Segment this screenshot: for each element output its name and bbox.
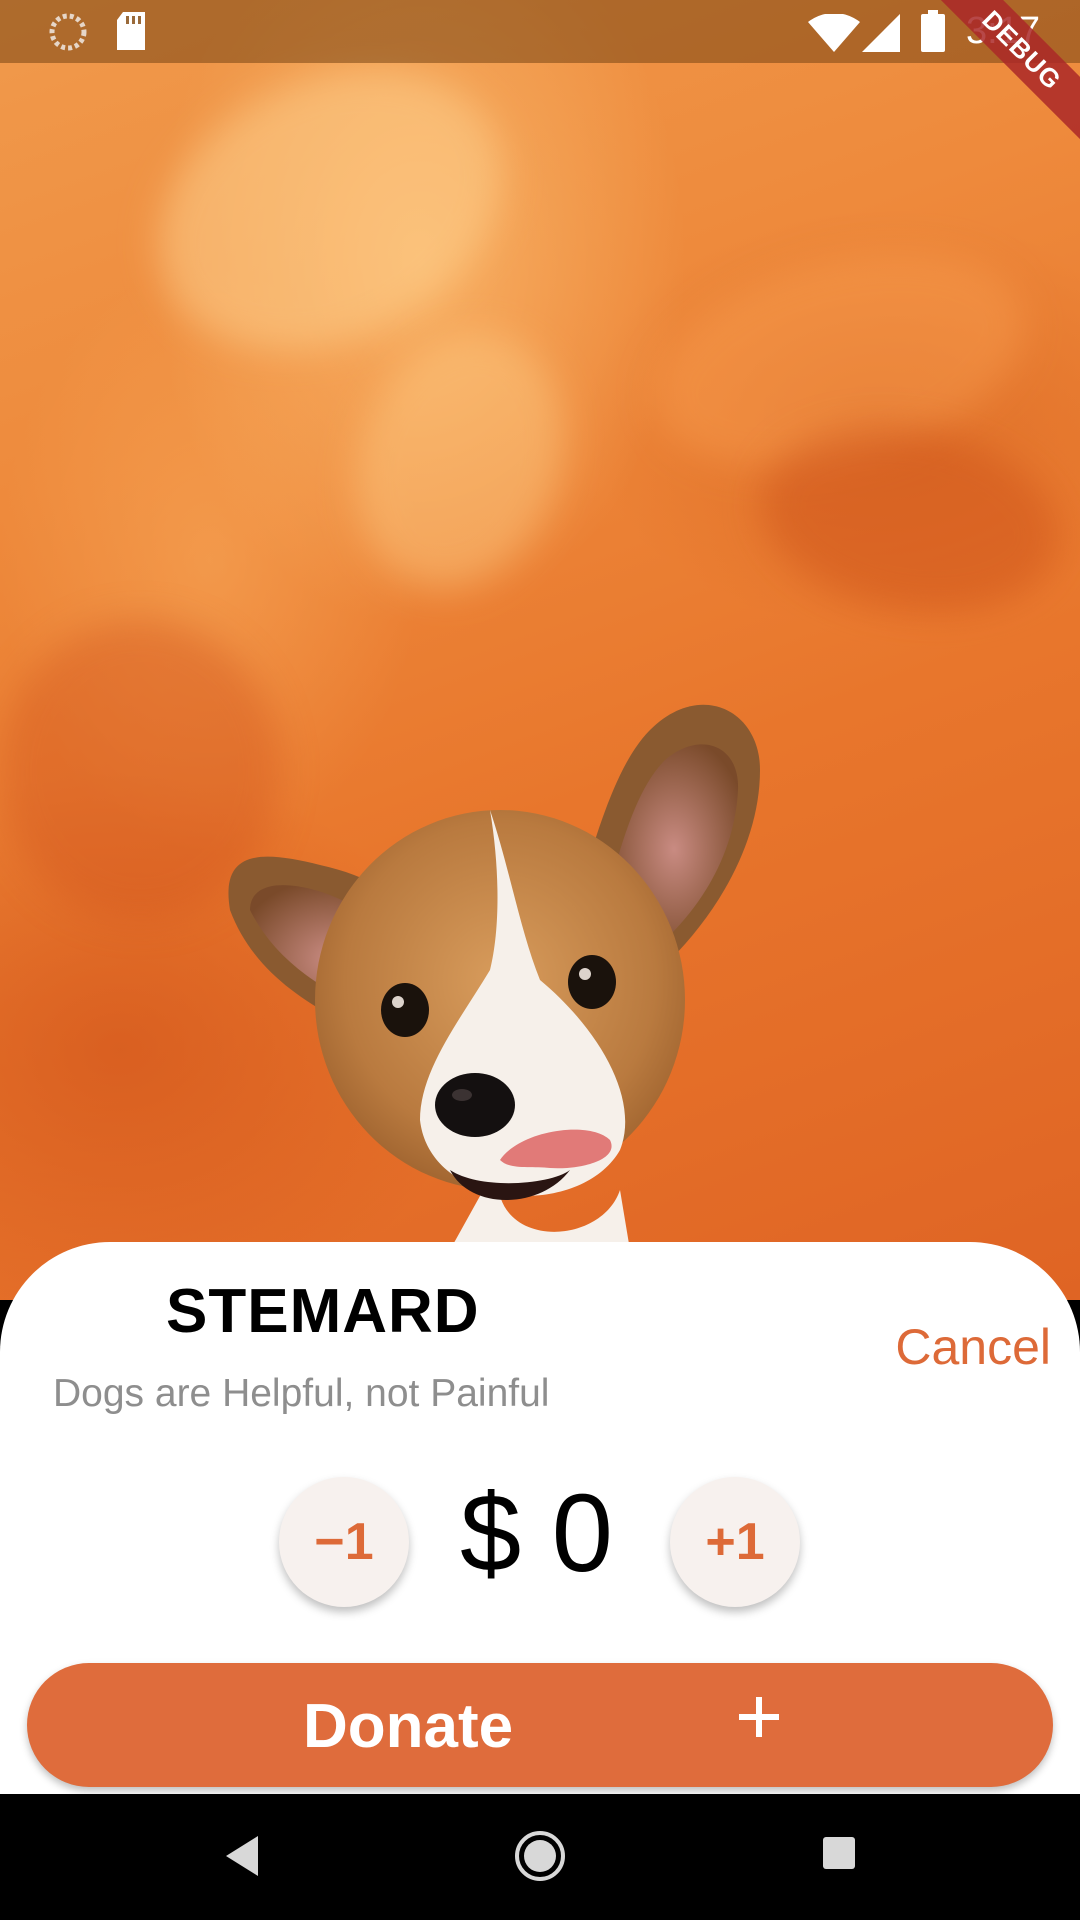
plus-icon <box>739 1697 779 1737</box>
cancel-button[interactable]: Cancel <box>895 1318 1051 1376</box>
corgi-puppy <box>228 704 760 1250</box>
recents-icon[interactable] <box>822 1836 856 1870</box>
back-icon[interactable] <box>222 1834 262 1878</box>
donate-button[interactable]: Donate <box>27 1663 1053 1787</box>
decrement-button[interactable]: −1 <box>279 1477 409 1607</box>
battery-icon <box>921 10 945 52</box>
home-icon[interactable] <box>514 1830 566 1882</box>
system-nav-bar <box>0 1794 1080 1920</box>
dog-subtitle: Dogs are Helpful, not Painful <box>53 1372 550 1415</box>
dog-name-title: STEMARD <box>166 1277 480 1346</box>
hero-image <box>0 0 1080 1300</box>
status-bar: 3:17 DEBUG <box>0 0 1080 151</box>
loading-icon <box>49 13 87 51</box>
wifi-icon <box>808 14 860 52</box>
donation-sheet: STEMARD Dogs are Helpful, not Painful Ca… <box>0 1242 1080 1794</box>
donation-amount: $ 0 <box>460 1472 613 1595</box>
donate-label: Donate <box>303 1692 514 1761</box>
increment-button[interactable]: +1 <box>670 1477 800 1607</box>
donation-screen: 3:17 DEBUG STEMARD Dogs are Helpful, not… <box>0 0 1080 1920</box>
sd-card-icon <box>117 12 145 50</box>
signal-icon <box>862 14 900 52</box>
